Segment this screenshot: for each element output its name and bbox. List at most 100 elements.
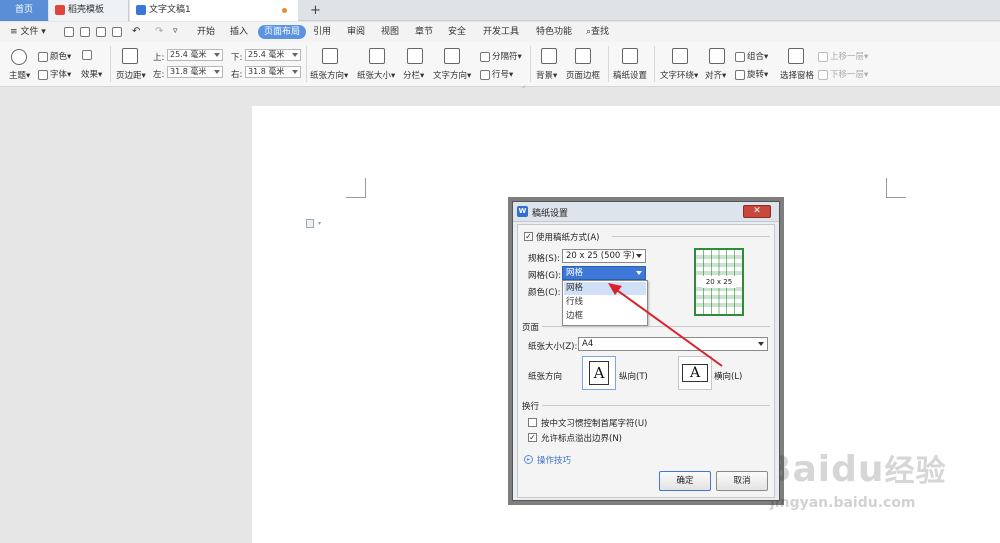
new-tab-button[interactable]: + [304, 0, 321, 21]
tab-bar: 首页 稻壳模板 文字文稿1 + [0, 0, 1000, 21]
colors-button[interactable]: 颜色▾ [38, 50, 71, 62]
docer-logo-icon [55, 4, 65, 15]
close-button[interactable]: ✕ [743, 205, 771, 218]
margin-right-input[interactable]: 31.8 毫米 [245, 66, 301, 78]
columns-icon[interactable] [407, 48, 423, 64]
watermark-brand: Baidu经验 [764, 446, 946, 490]
margin-top-input[interactable]: 25.4 毫米 [167, 49, 223, 61]
dialog-title: 稿纸设置 [532, 209, 569, 219]
send-backward-button[interactable]: 下移一层▾ [818, 68, 868, 80]
tab-document[interactable]: 文字文稿1 [130, 0, 298, 21]
line-numbers-button[interactable]: 行号▾ [480, 68, 513, 80]
print-preview-icon[interactable] [112, 27, 124, 38]
paper-size-icon[interactable] [369, 48, 385, 64]
background-button[interactable]: 背景▾ [536, 69, 557, 81]
paragraph-format-icon[interactable] [306, 219, 314, 228]
chinese-rules-checkbox[interactable] [528, 418, 537, 427]
menu-special[interactable]: 特色功能 [536, 25, 572, 39]
cancel-button[interactable]: 取消 [716, 471, 768, 491]
menu-file[interactable]: ≡ 文件 ▾ [10, 25, 46, 39]
selection-pane-icon[interactable] [788, 48, 804, 64]
paper-size-button[interactable]: 纸张大小▾ [357, 69, 395, 81]
redo-icon[interactable]: ↷ [155, 26, 163, 37]
dialog-title-bar: W 稿纸设置 ✕ [513, 202, 779, 222]
margin-right-label: 右: [231, 70, 243, 80]
customize-qat-icon[interactable]: ▿ [173, 26, 178, 36]
manuscript-settings-button[interactable]: 稿纸设置 [613, 69, 647, 81]
margins-icon[interactable] [122, 48, 138, 64]
print-icon[interactable] [96, 27, 108, 38]
menu-insert[interactable]: 插入 [230, 25, 248, 39]
spec-select[interactable]: 20 x 25 (500 字) [562, 249, 646, 263]
page-border-icon[interactable] [575, 48, 591, 64]
ribbon-page-layout: 主题▾ 颜色▾ 字体▾ 效果▾ 页边距▾ 上: 25.4 毫米 下: 25.4 … [0, 42, 1000, 89]
punctuation-overflow-checkbox[interactable]: ✓ [528, 433, 537, 442]
menu-chapter[interactable]: 章节 [415, 25, 433, 39]
use-manuscript-checkbox[interactable]: ✓ [524, 232, 533, 241]
send-backward-label: 下移一层 [830, 70, 865, 80]
columns-button[interactable]: 分栏▾ [403, 69, 424, 81]
margin-bottom-input[interactable]: 25.4 毫米 [245, 49, 301, 61]
theme-button[interactable]: 主题▾ [9, 69, 30, 81]
ribbon-separator [306, 46, 307, 82]
chinese-rules-label: 按中文习惯控制首尾字符(U) [541, 419, 648, 429]
text-direction-icon[interactable] [444, 48, 460, 64]
group-button[interactable]: 组合▾ [735, 50, 768, 62]
menu-home[interactable]: 开始 [197, 25, 215, 39]
ok-button[interactable]: 确定 [659, 471, 711, 491]
page-border-button[interactable]: 页面边框 [566, 69, 600, 81]
watermark-url: jingyan.baidu.com [770, 495, 916, 511]
text-wrap-button[interactable]: 文字环绕▾ [660, 69, 698, 81]
tab-home[interactable]: 首页 [0, 0, 48, 21]
menu-file-label: 文件 [20, 27, 39, 37]
punctuation-overflow-label: 允许标点溢出边界(N) [541, 434, 622, 444]
align-button[interactable]: 对齐▾ [705, 69, 726, 81]
text-wrap-icon[interactable] [672, 48, 688, 64]
align-label: 对齐 [705, 71, 723, 81]
rotate-icon [735, 69, 745, 80]
grid-label: 网格(G): [528, 271, 562, 281]
theme-icon[interactable] [11, 49, 27, 65]
menu-security[interactable]: 安全 [448, 25, 466, 39]
margins-label: 页边距 [116, 71, 142, 81]
margin-corner-mark [886, 178, 906, 198]
align-icon[interactable] [709, 48, 725, 64]
annotation-arrow-line [613, 287, 723, 367]
play-tips-icon[interactable]: ▸ [524, 455, 533, 464]
spec-value: 20 x 25 (500 字) [566, 251, 635, 261]
background-icon[interactable] [541, 48, 557, 64]
menu-search[interactable]: ⌕查找 [586, 25, 609, 39]
page-break-icon [480, 51, 490, 62]
text-direction-button[interactable]: 文字方向▾ [433, 69, 471, 81]
margins-button[interactable]: 页边距▾ [116, 69, 146, 81]
bring-forward-button[interactable]: 上移一层▾ [818, 50, 868, 62]
text-direction-label: 文字方向 [433, 71, 468, 81]
text-wrap-label: 文字环绕 [660, 71, 695, 81]
rotate-button[interactable]: 旋转▾ [735, 68, 768, 80]
menu-references[interactable]: 引用 [313, 25, 331, 39]
fonts-button[interactable]: 字体▾ [38, 68, 71, 80]
menu-developer[interactable]: 开发工具 [483, 25, 519, 39]
orientation-icon[interactable] [322, 48, 338, 64]
use-manuscript-label: 使用稿纸方式(A) [536, 233, 600, 243]
effects-button[interactable]: 效果▾ [81, 68, 102, 80]
export-pdf-icon[interactable] [80, 27, 92, 38]
undo-icon[interactable]: ↶ [132, 26, 140, 37]
manuscript-settings-icon[interactable] [622, 48, 638, 64]
ribbon-separator [530, 46, 531, 82]
save-icon[interactable] [64, 27, 76, 38]
orientation-button[interactable]: 纸张方向▾ [310, 69, 348, 81]
effects-icon[interactable] [82, 50, 94, 61]
paper-size-label: 纸张大小(Z): [528, 342, 578, 352]
breaks-label: 分隔符 [492, 52, 518, 62]
close-icon: ✕ [753, 206, 761, 216]
selection-pane-button[interactable]: 选择窗格 [780, 69, 814, 81]
tab-template[interactable]: 稻壳模板 [49, 0, 129, 21]
dialog-launcher-icon[interactable]: ⌟ [522, 82, 525, 89]
margin-left-input[interactable]: 31.8 毫米 [167, 66, 223, 78]
menu-view[interactable]: 视图 [381, 25, 399, 39]
menu-review[interactable]: 审阅 [347, 25, 365, 39]
tips-link[interactable]: 操作技巧 [537, 454, 571, 466]
menu-page-layout[interactable]: 页面布局 [258, 25, 307, 39]
breaks-button[interactable]: 分隔符▾ [480, 50, 522, 62]
